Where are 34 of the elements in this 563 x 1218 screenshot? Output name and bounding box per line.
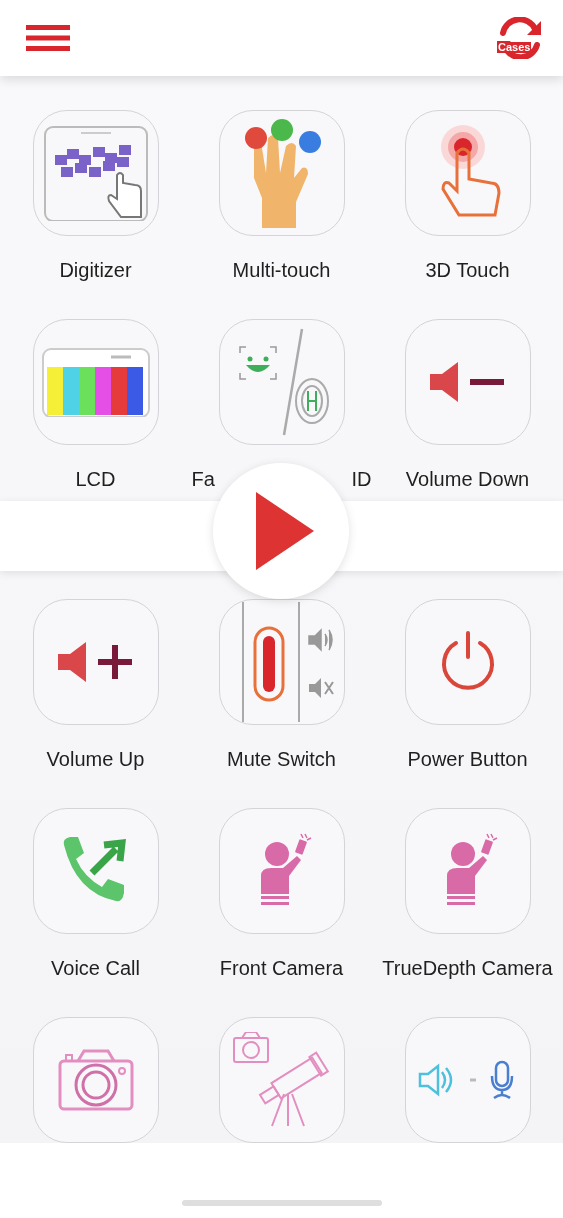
tile-label: Volume Down: [405, 467, 530, 491]
menu-icon[interactable]: [26, 25, 70, 51]
tile-label: Fa: [191, 467, 215, 491]
test-tile[interactable]: [404, 599, 531, 725]
tile-label: 3D Touch: [425, 258, 510, 282]
telescope-camera-icon: [231, 1032, 332, 1128]
test-tile[interactable]: [218, 808, 345, 934]
color-bars-screen-icon: [40, 347, 151, 417]
test-tile[interactable]: [218, 1017, 345, 1143]
test-tile[interactable]: [404, 808, 531, 934]
test-tile[interactable]: [404, 110, 531, 236]
tile-label: ID: [351, 467, 372, 491]
test-tile[interactable]: [218, 599, 345, 725]
test-tile[interactable]: [32, 599, 159, 725]
tile-label: LCD: [75, 467, 116, 491]
tile-label: Front Camera: [219, 956, 344, 980]
tile-label: Power Button: [407, 747, 528, 771]
tile-label: TrueDepth Camera: [382, 956, 553, 980]
tile-label: Multi-touch: [232, 258, 331, 282]
test-tile[interactable]: [32, 110, 159, 236]
camera-icon: [57, 1049, 134, 1111]
test-tile[interactable]: [218, 110, 345, 236]
test-tile[interactable]: [32, 319, 159, 445]
tile-label: Digitizer: [59, 258, 132, 282]
tile-label: Mute Switch: [227, 747, 336, 771]
test-tile[interactable]: [218, 319, 345, 445]
test-tile[interactable]: [404, 319, 531, 445]
test-tile[interactable]: [404, 1017, 531, 1143]
test-tile[interactable]: [32, 808, 159, 934]
play-icon: [256, 492, 314, 570]
test-tile[interactable]: [32, 1017, 159, 1143]
refresh-button[interactable]: Cases: [497, 17, 543, 59]
tile-label: Volume Up: [46, 747, 145, 771]
tile-label: Voice Call: [51, 956, 140, 980]
